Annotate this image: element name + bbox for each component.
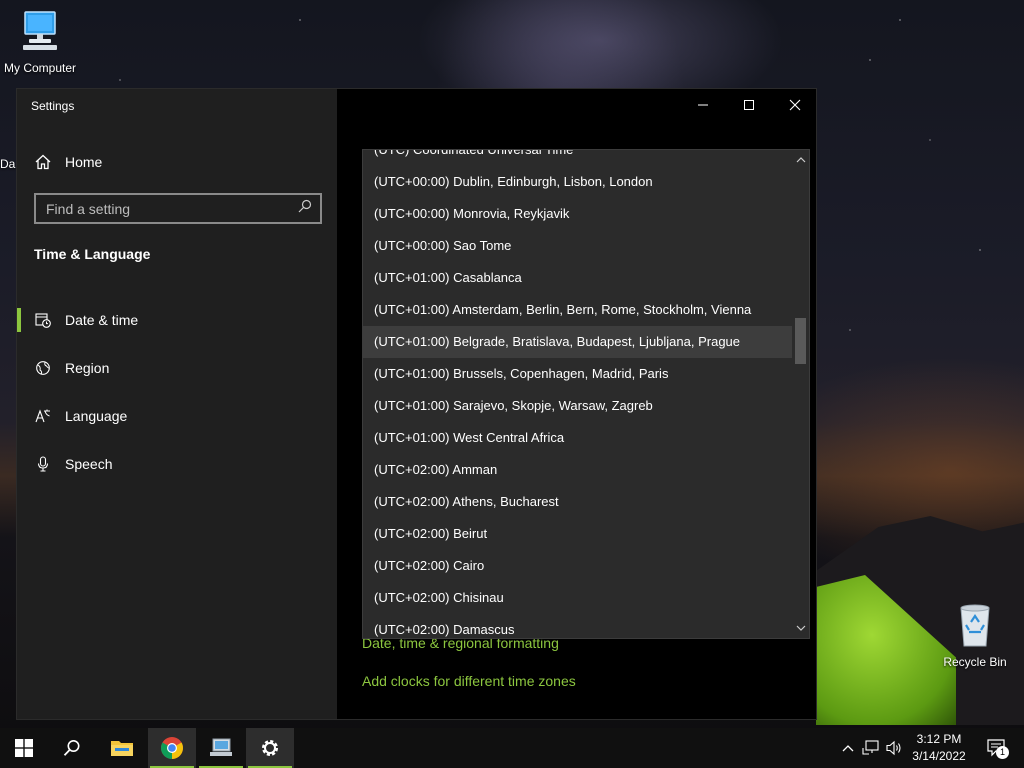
timezone-option[interactable]: (UTC+00:00) Monrovia, Reykjavik	[363, 198, 793, 230]
settings-taskbar-button[interactable]	[246, 728, 294, 768]
timezone-option[interactable]: (UTC+02:00) Amman	[363, 454, 793, 486]
nav-label-language: Language	[65, 408, 128, 424]
chevron-up-icon	[842, 745, 854, 752]
network-tray-button[interactable]	[861, 738, 881, 758]
timezone-option[interactable]: (UTC+02:00) Damascus	[363, 614, 793, 638]
folder-icon	[111, 741, 133, 756]
nav-label-date-time: Date & time	[65, 312, 139, 328]
minimize-button[interactable]	[680, 89, 726, 121]
speaker-icon	[886, 740, 901, 756]
nav-item-speech[interactable]: Speech	[17, 440, 337, 488]
recycle-bin-label: Recycle Bin	[943, 655, 1007, 669]
my-computer-shortcut[interactable]: My Computer	[0, 8, 80, 75]
scroll-up-button[interactable]	[792, 152, 809, 168]
settings-sidebar: Settings Home Time & Language Date & tim…	[17, 89, 337, 719]
timezone-option[interactable]: (UTC+01:00) West Central Africa	[363, 422, 793, 454]
my-computer-label: My Computer	[3, 61, 77, 75]
scroll-down-button[interactable]	[792, 620, 809, 636]
recycle-bin-shortcut[interactable]: Recycle Bin	[935, 602, 1015, 669]
timezone-option[interactable]: (UTC+01:00) Amsterdam, Berlin, Bern, Rom…	[363, 294, 793, 326]
scroll-thumb[interactable]	[795, 318, 806, 364]
taskbar-search-button[interactable]	[48, 728, 96, 768]
timezone-option[interactable]: (UTC+00:00) Dublin, Edinburgh, Lisbon, L…	[363, 166, 793, 198]
nav-list: Date & time Region Language Speech	[17, 296, 337, 488]
nav-label-region: Region	[65, 360, 110, 376]
microphone-icon	[35, 456, 51, 472]
chevron-up-icon	[796, 157, 805, 163]
search-input[interactable]	[46, 200, 298, 217]
chrome-icon	[161, 737, 183, 759]
computer-network-icon	[210, 738, 232, 756]
windows-logo-icon	[15, 739, 33, 757]
action-center-button[interactable]: 1	[983, 738, 1011, 759]
timezone-option[interactable]: (UTC+02:00) Chisinau	[363, 582, 793, 614]
search-box[interactable]	[34, 193, 322, 224]
timezone-option-hovered[interactable]: (UTC+01:00) Belgrade, Bratislava, Budape…	[363, 326, 793, 358]
timezone-dropdown-list[interactable]: (UTC) Coordinated Universal Time (UTC+00…	[362, 149, 810, 639]
timezone-option[interactable]: (UTC+02:00) Athens, Bucharest	[363, 486, 793, 518]
timezone-options: (UTC) Coordinated Universal Time (UTC+00…	[363, 150, 793, 638]
settings-window: Settings Home Time & Language Date & tim…	[16, 88, 817, 720]
close-icon	[789, 99, 801, 111]
timezone-option[interactable]: (UTC+01:00) Sarajevo, Skopje, Warsaw, Za…	[363, 390, 793, 422]
minimize-icon	[698, 104, 708, 106]
remote-desktop-button[interactable]	[197, 728, 245, 768]
file-explorer-button[interactable]	[98, 728, 146, 768]
nav-item-language[interactable]: Language	[17, 392, 337, 440]
maximize-button[interactable]	[726, 89, 772, 121]
desktop-partial-label: Da	[0, 157, 16, 171]
clock-time: 3:12 PM	[916, 732, 962, 746]
nav-item-date-time[interactable]: Date & time	[17, 296, 337, 344]
close-button[interactable]	[772, 89, 818, 121]
language-icon	[35, 408, 51, 424]
my-computer-icon	[23, 11, 57, 50]
maximize-icon	[744, 100, 754, 110]
search-icon	[63, 740, 80, 756]
timezone-option[interactable]: (UTC+02:00) Beirut	[363, 518, 793, 550]
nav-item-region[interactable]: Region	[17, 344, 337, 392]
timezone-option[interactable]: (UTC+00:00) Sao Tome	[363, 230, 793, 262]
gear-icon	[262, 740, 278, 756]
dropdown-scrollbar[interactable]	[792, 150, 809, 638]
search-icon	[298, 199, 312, 218]
section-title: Time & Language	[34, 246, 151, 262]
home-label: Home	[65, 154, 103, 170]
recycle-bin-icon	[960, 604, 990, 647]
taskbar: 3:12 PM 3/14/2022 1	[0, 728, 1024, 768]
timezone-option[interactable]: (UTC+02:00) Cairo	[363, 550, 793, 582]
date-time-icon	[35, 312, 51, 328]
add-clocks-link[interactable]: Add clocks for different time zones	[362, 673, 576, 689]
nav-home[interactable]: Home	[17, 147, 337, 177]
chrome-button[interactable]	[148, 728, 196, 768]
nav-label-speech: Speech	[65, 456, 113, 472]
start-button[interactable]	[0, 728, 48, 768]
taskbar-clock[interactable]: 3:12 PM 3/14/2022	[905, 731, 973, 765]
network-icon	[862, 740, 879, 755]
notification-count-badge: 1	[996, 746, 1009, 759]
timezone-option[interactable]: (UTC+01:00) Casablanca	[363, 262, 793, 294]
clock-date: 3/14/2022	[912, 749, 966, 763]
show-hidden-icons-button[interactable]	[838, 738, 858, 758]
timezone-option[interactable]: (UTC) Coordinated Universal Time	[363, 150, 793, 166]
volume-tray-button[interactable]	[884, 738, 904, 758]
timezone-option[interactable]: (UTC+01:00) Brussels, Copenhagen, Madrid…	[363, 358, 793, 390]
globe-icon	[35, 360, 51, 376]
chevron-down-icon	[796, 625, 805, 631]
home-icon	[35, 154, 51, 170]
window-title: Settings	[31, 99, 75, 113]
